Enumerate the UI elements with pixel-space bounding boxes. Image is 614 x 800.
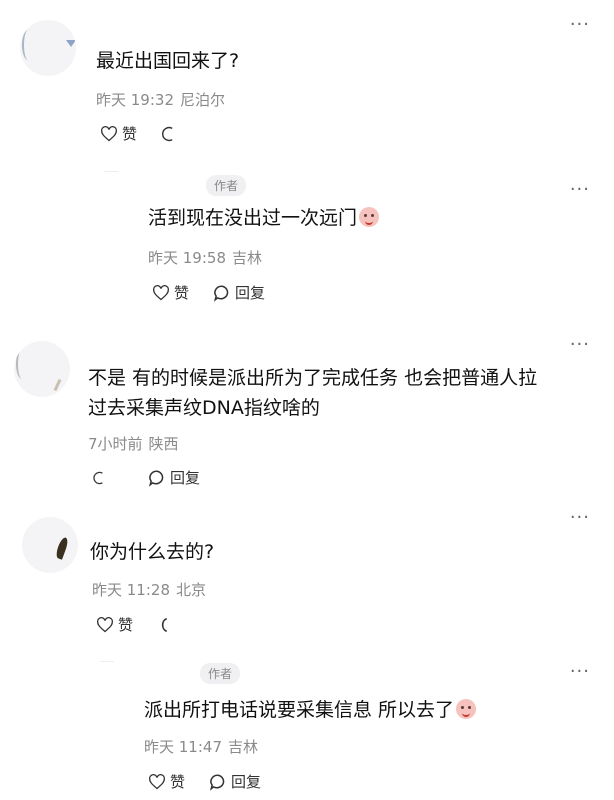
crying-face-emoji-icon xyxy=(359,207,380,227)
crying-face-emoji-icon xyxy=(456,699,477,719)
like-button[interactable]: 赞 xyxy=(96,614,133,635)
comment-actions: 赞 xyxy=(100,123,205,144)
reply-label: 回复 xyxy=(231,773,262,791)
comment-location: 陕西 xyxy=(148,435,179,453)
author-badge: 作者 xyxy=(200,663,241,684)
reply-item: 作者 ··· 派出所打电话说要采集信息 所以去了 昨天 11:47 吉林 赞 回复 xyxy=(0,655,614,800)
reply-time: 昨天 19:58 xyxy=(148,249,226,267)
reply-label: 回复 xyxy=(235,284,266,302)
comment-location: 北京 xyxy=(176,581,207,599)
heart-outline-icon xyxy=(101,125,117,141)
reply-button[interactable]: 回复 xyxy=(148,467,200,488)
comment-meta: 7小时前 陕西 xyxy=(88,433,179,454)
reply-meta: 昨天 19:58 吉林 xyxy=(148,247,262,268)
comment-item: ··· 最近出国回来了? 昨天 19:32 尼泊尔 赞 xyxy=(0,0,614,160)
speech-bubble-icon xyxy=(162,126,173,141)
reply-location: 吉林 xyxy=(228,738,259,756)
author-badge: 作者 xyxy=(206,175,247,196)
like-button[interactable]: 赞 xyxy=(100,123,137,144)
heart-outline-icon xyxy=(153,284,169,300)
comment-meta: 昨天 19:32 尼泊尔 xyxy=(96,89,225,110)
heart-outline-icon xyxy=(97,616,113,632)
comment-text: 不是 有的时候是派出所为了完成任务 也会把普通人拉 过去采集声纹DNA指纹啥的 xyxy=(88,363,537,423)
reply-divider xyxy=(100,661,114,662)
reply-button[interactable] xyxy=(161,126,181,142)
more-options-button[interactable]: ··· xyxy=(570,509,590,527)
reply-button[interactable]: 回复 xyxy=(213,282,265,303)
like-label: 赞 xyxy=(174,284,190,302)
speech-bubble-icon xyxy=(148,469,164,487)
reply-actions: 赞 回复 xyxy=(152,282,289,303)
reply-location: 吉林 xyxy=(232,249,263,267)
like-label: 赞 xyxy=(118,616,134,634)
speech-bubble-icon xyxy=(161,617,168,632)
like-label: 赞 xyxy=(122,125,138,143)
reply-divider xyxy=(104,171,118,172)
comment-text: 最近出国回来了? xyxy=(96,50,240,72)
avatar[interactable] xyxy=(20,20,76,76)
comment-time: 昨天 19:32 xyxy=(96,91,174,109)
comment-actions: 赞 xyxy=(96,614,199,635)
reply-label: 回复 xyxy=(170,469,201,487)
like-label: 赞 xyxy=(170,773,186,791)
more-options-button[interactable]: ··· xyxy=(570,336,590,354)
reply-button[interactable]: 回复 xyxy=(209,771,261,792)
comment-item: ··· 不是 有的时候是派出所为了完成任务 也会把普通人拉 过去采集声纹DNA指… xyxy=(0,325,614,505)
comment-meta: 昨天 11:28 北京 xyxy=(92,579,206,600)
avatar[interactable] xyxy=(22,517,78,573)
reply-meta: 昨天 11:47 吉林 xyxy=(144,736,258,757)
more-options-button[interactable]: ··· xyxy=(570,663,590,681)
comment-item: ··· 你为什么去的? 昨天 11:28 北京 赞 xyxy=(0,505,614,655)
comment-actions: 回复 xyxy=(92,467,224,488)
avatar[interactable] xyxy=(14,341,70,397)
comment-time: 7小时前 xyxy=(88,435,143,453)
like-button[interactable] xyxy=(92,470,112,486)
more-options-button[interactable]: ··· xyxy=(570,181,590,199)
reply-text-content: 派出所打电话说要采集信息 所以去了 xyxy=(144,699,455,721)
reply-item: 作者 ··· 活到现在没出过一次远门 昨天 19:58 吉林 赞 回复 xyxy=(0,165,614,315)
reply-time: 昨天 11:47 xyxy=(144,738,222,756)
comment-time: 昨天 11:28 xyxy=(92,581,170,599)
reply-text-content: 活到现在没出过一次远门 xyxy=(148,207,358,229)
comment-text: 你为什么去的? xyxy=(90,541,215,563)
like-button[interactable]: 赞 xyxy=(148,771,185,792)
comment-location: 尼泊尔 xyxy=(180,91,226,109)
heart-outline-icon xyxy=(149,773,165,789)
speech-bubble-icon xyxy=(209,773,225,791)
reply-text: 派出所打电话说要采集信息 所以去了 xyxy=(144,695,477,725)
reply-actions: 赞 回复 xyxy=(148,771,285,792)
speech-bubble-icon xyxy=(213,284,229,302)
reply-button[interactable] xyxy=(157,616,175,634)
like-button[interactable]: 赞 xyxy=(152,282,189,303)
more-options-button[interactable]: ··· xyxy=(570,16,590,34)
reply-text: 活到现在没出过一次远门 xyxy=(148,203,380,233)
comment-text-line: 过去采集声纹DNA指纹啥的 xyxy=(88,397,320,419)
heart-outline-icon xyxy=(93,471,103,484)
comment-text-line: 不是 有的时候是派出所为了完成任务 也会把普通人拉 xyxy=(88,367,538,389)
